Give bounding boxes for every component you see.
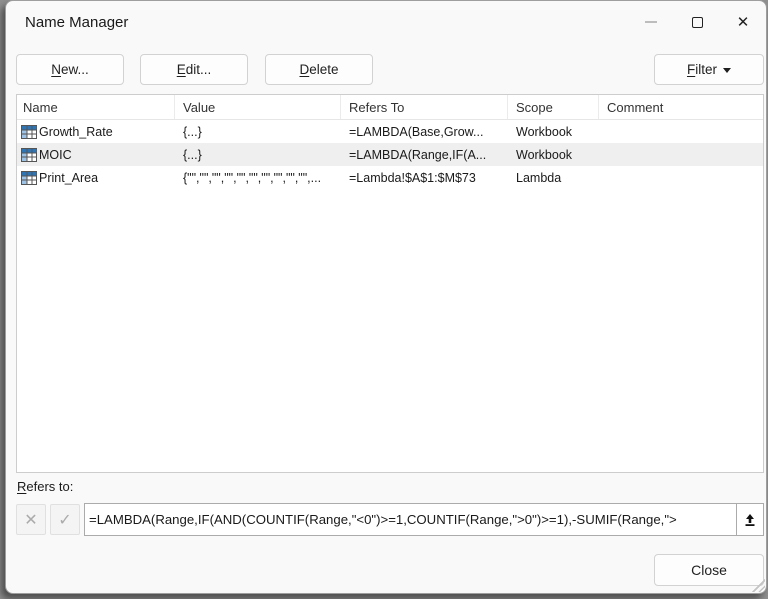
new-button[interactable]: New... xyxy=(16,54,124,85)
minimize-button[interactable] xyxy=(628,1,674,43)
checkmark-icon: ✓ xyxy=(58,510,71,530)
delete-button[interactable]: Delete xyxy=(265,54,373,85)
delete-button-label: elete xyxy=(309,62,338,77)
minimize-icon xyxy=(645,21,657,23)
confirm-formula-button[interactable]: ✓ xyxy=(50,504,80,535)
refers-to-cell: =LAMBDA(Range,IF(A... xyxy=(341,148,508,162)
defined-name-table-icon xyxy=(21,170,37,186)
window-controls: ✕ xyxy=(628,1,766,43)
edit-button-accesskey: E xyxy=(177,62,186,77)
name-cell: Print_Area xyxy=(39,171,98,185)
list-header: Name Value Refers To Scope Comment xyxy=(17,95,763,120)
close-window-button[interactable]: ✕ xyxy=(720,1,766,43)
edit-button-label: dit... xyxy=(186,62,212,77)
new-button-label: ew... xyxy=(61,62,89,77)
chevron-down-icon xyxy=(723,68,731,73)
refers-to-formula-input[interactable]: =LAMBDA(Range,IF(AND(COUNTIF(Range,"<0")… xyxy=(84,503,736,536)
refers-to-accesskey: R xyxy=(17,479,26,494)
filter-button[interactable]: Filter xyxy=(654,54,764,85)
column-header-value[interactable]: Value xyxy=(175,95,341,119)
refers-to-field-group: =LAMBDA(Range,IF(AND(COUNTIF(Range,"<0")… xyxy=(84,503,764,536)
scope-cell: Workbook xyxy=(508,148,599,162)
column-header-name[interactable]: Name xyxy=(17,95,175,119)
dialog-title: Name Manager xyxy=(6,14,628,31)
table-row-print-area[interactable]: Print_Area {"","","","","","","","","","… xyxy=(17,166,763,189)
name-cell: MOIC xyxy=(39,148,72,162)
cancel-formula-button[interactable]: ✕ xyxy=(16,504,46,535)
column-header-comment[interactable]: Comment xyxy=(599,95,763,119)
value-cell: {...} xyxy=(175,148,341,162)
names-list: Name Value Refers To Scope Comment Growt… xyxy=(16,94,764,473)
name-manager-dialog: Name Manager ✕ New... Edit... Delete Fil… xyxy=(5,0,767,594)
column-header-scope[interactable]: Scope xyxy=(508,95,599,119)
refers-to-label: Refers to: xyxy=(17,479,73,494)
value-cell: {"","","","","","","","","","",... xyxy=(175,171,341,185)
edit-button[interactable]: Edit... xyxy=(140,54,248,85)
filter-button-label: ilter xyxy=(695,62,717,77)
maximize-button[interactable] xyxy=(674,1,720,43)
maximize-icon xyxy=(692,17,703,28)
collapse-dialog-button[interactable] xyxy=(736,503,764,536)
titlebar[interactable]: Name Manager ✕ xyxy=(6,1,766,43)
name-cell: Growth_Rate xyxy=(39,125,113,139)
new-button-accesskey: N xyxy=(51,62,61,77)
cancel-x-icon: ✕ xyxy=(24,510,37,530)
collapse-up-arrow-icon xyxy=(742,512,758,528)
refers-to-cell: =LAMBDA(Base,Grow... xyxy=(341,125,508,139)
delete-button-accesskey: D xyxy=(299,62,309,77)
defined-name-table-icon xyxy=(21,147,37,163)
scope-cell: Workbook xyxy=(508,125,599,139)
defined-name-table-icon xyxy=(21,124,37,140)
refers-to-cell: =Lambda!$A$1:$M$73 xyxy=(341,171,508,185)
column-header-refers-to[interactable]: Refers To xyxy=(341,95,508,119)
scope-cell: Lambda xyxy=(508,171,599,185)
table-row-moic[interactable]: MOIC {...} =LAMBDA(Range,IF(A... Workboo… xyxy=(17,143,763,166)
close-button[interactable]: Close xyxy=(654,554,764,586)
close-icon: ✕ xyxy=(737,13,750,31)
table-row-growth-rate[interactable]: Growth_Rate {...} =LAMBDA(Base,Grow... W… xyxy=(17,120,763,143)
value-cell: {...} xyxy=(175,125,341,139)
filter-button-accesskey: F xyxy=(687,62,695,77)
refers-to-label-text: efers to: xyxy=(26,479,73,494)
